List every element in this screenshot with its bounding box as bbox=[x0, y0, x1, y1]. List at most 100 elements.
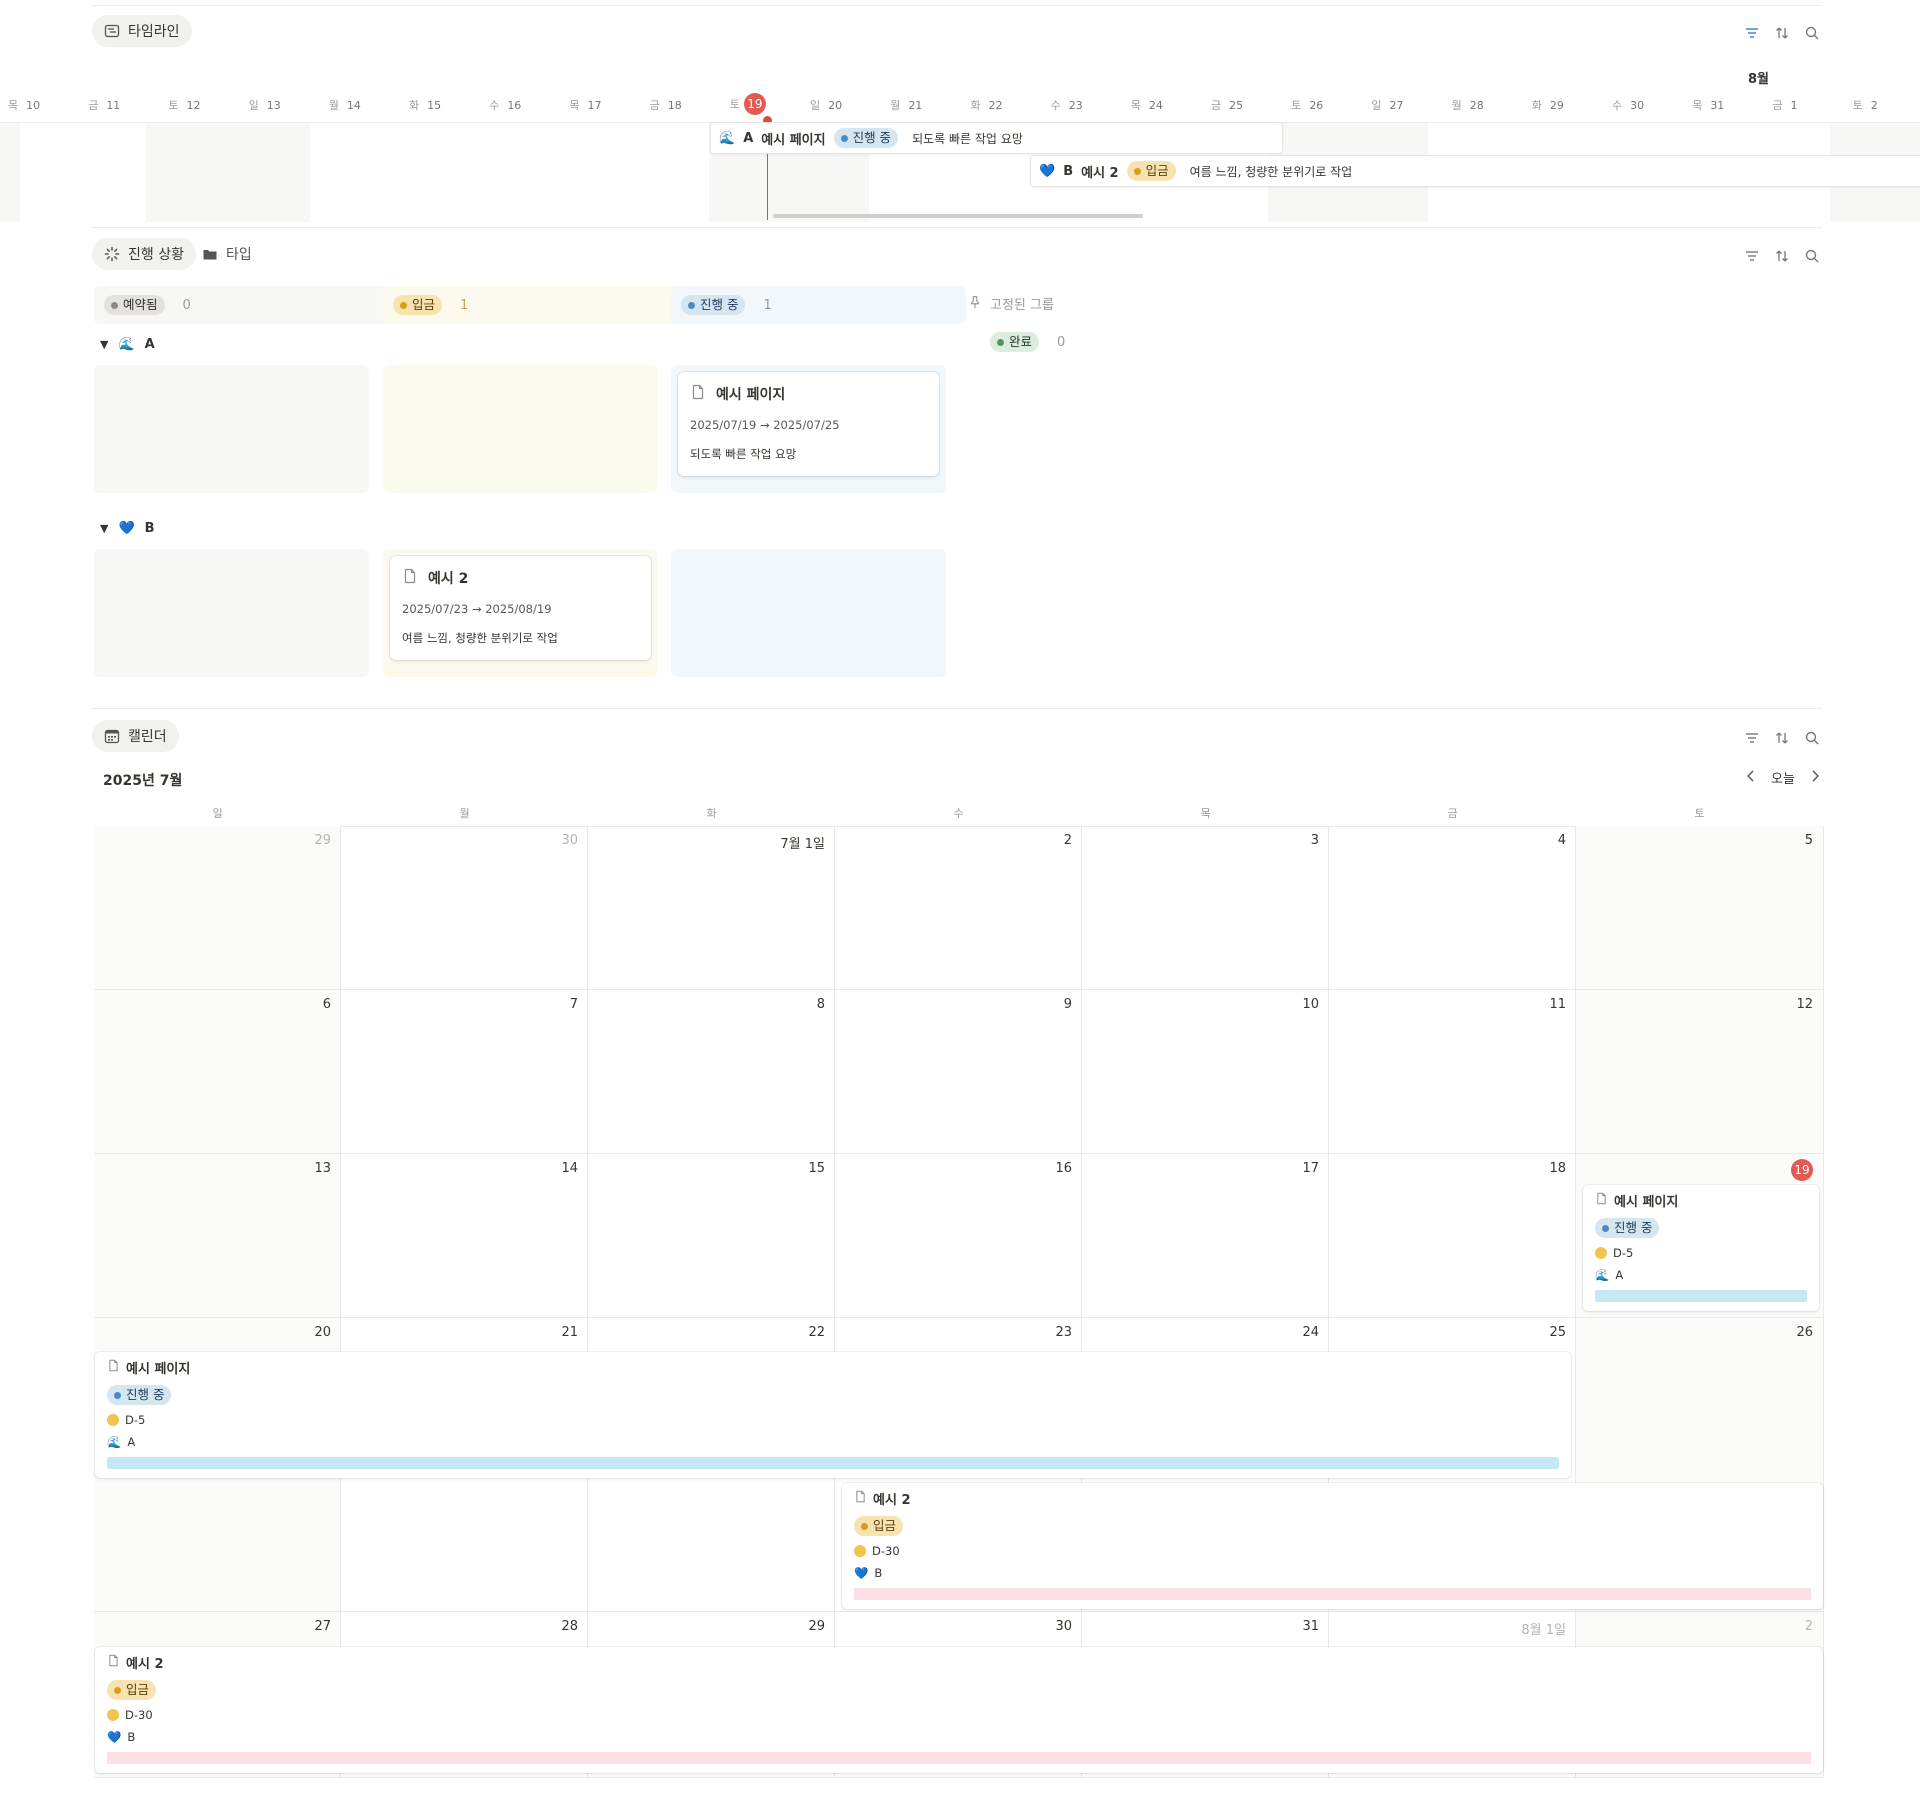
sort-icon[interactable] bbox=[1774, 248, 1790, 264]
board-card-b[interactable]: 예시 2 2025/07/23 → 2025/08/19 여름 느낌, 청량한 … bbox=[390, 556, 651, 660]
calendar-day-cell[interactable] bbox=[835, 1154, 1082, 1318]
search-icon[interactable] bbox=[1804, 25, 1820, 41]
calendar-day-number: 23 bbox=[1055, 1325, 1072, 1340]
event-color-bar bbox=[1595, 1290, 1807, 1302]
calendar-day-cell[interactable] bbox=[94, 1154, 341, 1318]
triangle-down-icon[interactable]: ▼ bbox=[100, 522, 108, 535]
calendar-day-number: 7월 1일 bbox=[780, 837, 825, 852]
calendar-day-number: 8월 1일 bbox=[1521, 1623, 1566, 1638]
calendar-day-number: 29 bbox=[808, 1619, 825, 1634]
calendar-day-cell[interactable] bbox=[1329, 826, 1576, 990]
timeline-item-a[interactable]: 🌊 A 예시 페이지 진행 중 되도록 빠른 작업 요망 bbox=[710, 122, 1283, 154]
pinned-group-header: 고정된 그룹 bbox=[968, 294, 1054, 313]
calendar-event-e1-week3[interactable]: 예시 페이지 진행 중 D-5 🌊 A bbox=[1583, 1185, 1819, 1311]
timeline-item-note: 되도록 빠른 작업 요망 bbox=[912, 131, 1023, 146]
calendar-day-number: 20 bbox=[314, 1325, 331, 1340]
timeline-day: 수 23 bbox=[1050, 99, 1083, 112]
timeline-item-title: 예시 페이지 bbox=[761, 132, 826, 148]
tab-timeline[interactable]: 타임라인 bbox=[92, 15, 192, 47]
calendar-day-cell[interactable] bbox=[94, 826, 341, 990]
timeline-day: 토 19 bbox=[730, 93, 766, 115]
calendar-day-number: 22 bbox=[808, 1325, 825, 1340]
timeline-scrollbar[interactable] bbox=[773, 214, 1143, 218]
timeline-day: 수 16 bbox=[489, 99, 522, 112]
group-header-b[interactable]: ▼ 💙 B bbox=[100, 521, 155, 536]
status-badge: 진행 중 bbox=[1595, 1218, 1660, 1238]
calendar-day-cell[interactable] bbox=[1082, 990, 1329, 1154]
calendar-day-number: 21 bbox=[561, 1325, 578, 1340]
yellow-circle-icon bbox=[107, 1414, 119, 1426]
timeline-day: 금1 bbox=[1772, 99, 1798, 112]
column-header-paid[interactable]: 입금 1 bbox=[383, 286, 678, 324]
calendar-day-number: 29 bbox=[314, 833, 331, 848]
calendar-day-number: 3 bbox=[1310, 833, 1319, 848]
calendar-event-e2-week4[interactable]: 예시 2 입금 D-30 💙 B bbox=[842, 1483, 1823, 1609]
event-dday: D-5 bbox=[125, 1413, 146, 1427]
tab-calendar[interactable]: 캘린더 bbox=[92, 720, 179, 752]
calendar-day-cell[interactable] bbox=[94, 990, 341, 1154]
calendar-event-e2-week5[interactable]: 예시 2 입금 D-30 💙 B bbox=[95, 1647, 1823, 1773]
calendar-day-number: 7 bbox=[569, 997, 578, 1012]
page-icon bbox=[854, 1490, 867, 1507]
board-cell bbox=[94, 365, 369, 493]
weekday-label: 목 bbox=[1200, 807, 1211, 820]
page-icon bbox=[107, 1359, 120, 1376]
calendar-day-cell[interactable] bbox=[1576, 990, 1824, 1154]
group-header-a[interactable]: ▼ 🌊 A bbox=[100, 337, 155, 352]
calendar-day-cell[interactable] bbox=[1329, 1154, 1576, 1318]
event-color-bar bbox=[107, 1752, 1811, 1764]
calendar-day-cell[interactable] bbox=[1329, 990, 1576, 1154]
filter-icon[interactable] bbox=[1744, 730, 1760, 746]
chevron-left-icon[interactable] bbox=[1745, 769, 1757, 787]
calendar-day-number: 31 bbox=[1302, 1619, 1319, 1634]
filter-icon[interactable] bbox=[1744, 248, 1760, 264]
column-header-in-progress[interactable]: 진행 중 1 bbox=[671, 286, 966, 324]
tab-progress[interactable]: 진행 상황 bbox=[92, 238, 196, 270]
calendar-day-cell[interactable] bbox=[835, 990, 1082, 1154]
status-badge: 예약됨 bbox=[104, 295, 165, 315]
calendar-month-title: 2025년 7월 bbox=[103, 773, 183, 789]
board-cell bbox=[671, 549, 946, 677]
loading-icon bbox=[104, 246, 120, 262]
timeline-day: 월 14 bbox=[328, 99, 361, 112]
calendar-day-number: 24 bbox=[1302, 1325, 1319, 1340]
filter-icon[interactable] bbox=[1744, 25, 1760, 41]
chevron-right-icon[interactable] bbox=[1809, 769, 1821, 787]
calendar-day-cell[interactable] bbox=[341, 1154, 588, 1318]
column-count: 0 bbox=[1057, 334, 1066, 350]
wave-icon: 🌊 bbox=[1595, 1268, 1610, 1282]
calendar-day-cell[interactable] bbox=[341, 826, 588, 990]
status-badge: 입금 bbox=[107, 1680, 157, 1700]
calendar-day-cell[interactable] bbox=[588, 1154, 835, 1318]
calendar-day-number: 6 bbox=[322, 997, 331, 1012]
column-count: 1 bbox=[460, 297, 469, 313]
event-dday: D-30 bbox=[872, 1544, 900, 1558]
search-icon[interactable] bbox=[1804, 248, 1820, 264]
sort-icon[interactable] bbox=[1774, 730, 1790, 746]
calendar-day-number: 19 bbox=[1576, 1159, 1813, 1181]
calendar-day-cell[interactable] bbox=[1082, 826, 1329, 990]
board-card-a[interactable]: 예시 페이지 2025/07/19 → 2025/07/25 되도록 빠른 작업… bbox=[678, 372, 939, 476]
heart-icon: 💙 bbox=[854, 1566, 869, 1580]
triangle-down-icon[interactable]: ▼ bbox=[100, 338, 108, 351]
timeline-month-label: 8월 bbox=[1748, 72, 1770, 87]
search-icon[interactable] bbox=[1804, 730, 1820, 746]
done-column[interactable]: 완료 0 bbox=[990, 332, 1065, 352]
sort-icon[interactable] bbox=[1774, 25, 1790, 41]
tab-type[interactable]: 타입 bbox=[190, 238, 264, 270]
event-title: 예시 2 bbox=[873, 1493, 911, 1508]
calendar-day-cell[interactable] bbox=[588, 990, 835, 1154]
calendar-day-cell[interactable] bbox=[1082, 1154, 1329, 1318]
yellow-circle-icon bbox=[107, 1709, 119, 1721]
calendar-day-cell[interactable] bbox=[835, 826, 1082, 990]
calendar-event-e1-week4[interactable]: 예시 페이지 진행 중 D-5 🌊 A bbox=[95, 1352, 1571, 1478]
today-button[interactable]: 오늘 bbox=[1771, 768, 1795, 787]
timeline-day: 수 30 bbox=[1612, 99, 1645, 112]
calendar-day-number: 28 bbox=[561, 1619, 578, 1634]
heart-icon: 💙 bbox=[118, 521, 135, 536]
calendar-day-cell[interactable] bbox=[1576, 826, 1824, 990]
timeline-item-b[interactable]: 💙 B 예시 2 입금 여름 느낌, 청량한 분위기로 작업 bbox=[1030, 155, 1920, 187]
timeline-day: 일 27 bbox=[1371, 99, 1404, 112]
column-header-reserved[interactable]: 예약됨 0 bbox=[94, 286, 389, 324]
calendar-day-cell[interactable] bbox=[341, 990, 588, 1154]
